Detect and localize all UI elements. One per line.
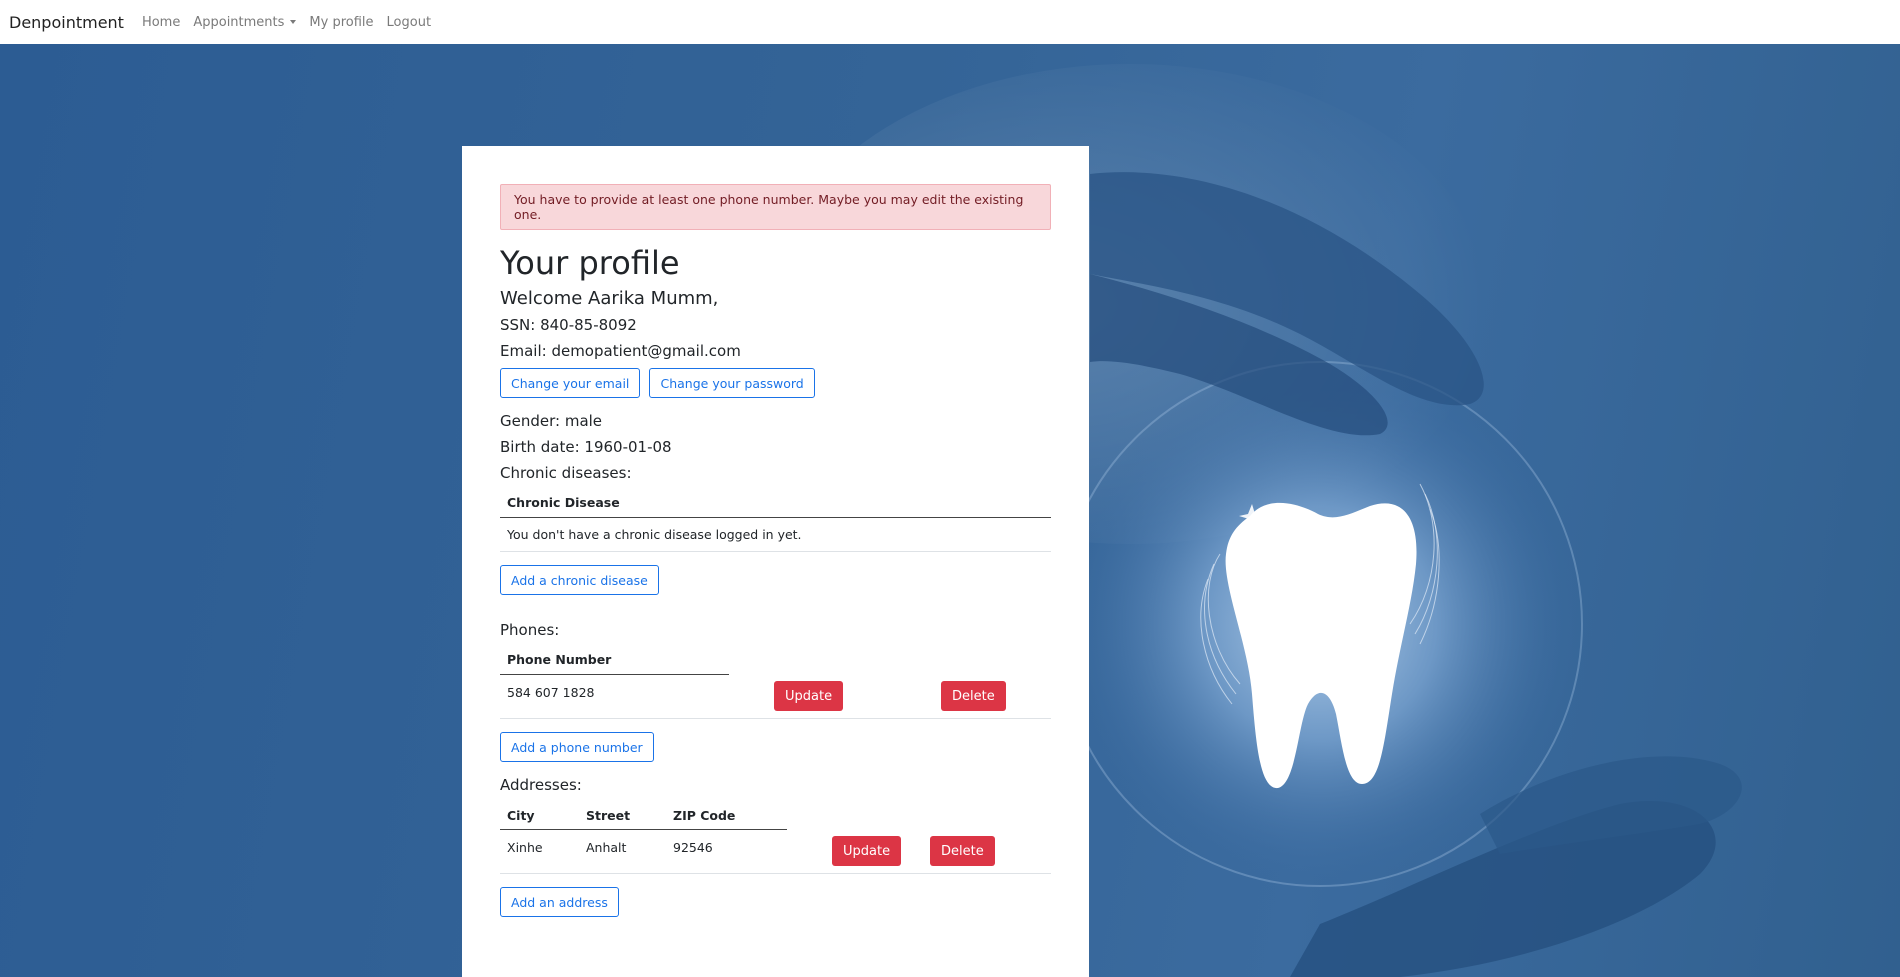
phones-table: Phone Number 584 607 1828 Update Delete — [500, 645, 1051, 719]
street-cell: Anhalt — [586, 840, 627, 855]
chronic-diseases-label: Chronic diseases: — [500, 464, 632, 482]
page-title: Your profile — [500, 244, 680, 282]
addresses-table: City Street ZIP Code Xinhe Anhalt 92546 … — [500, 800, 1051, 874]
update-phone-button[interactable]: Update — [774, 681, 844, 711]
addresses-label: Addresses: — [500, 776, 582, 794]
alert-text: You have to provide at least one phone n… — [514, 192, 1024, 222]
nav-appointments-label: Appointments — [193, 14, 285, 30]
delete-phone-button[interactable]: Delete — [941, 681, 1006, 711]
phones-label: Phones: — [500, 621, 560, 639]
table-header: City Street ZIP Code — [500, 800, 787, 830]
chronic-disease-table: Chronic Disease You don't have a chronic… — [500, 488, 1051, 552]
phone-number-header: Phone Number — [507, 652, 612, 667]
table-row: 584 607 1828 Update Delete — [500, 675, 1051, 719]
email-text: Email: demopatient@gmail.com — [500, 342, 741, 360]
account-actions: Change your email Change your password — [500, 368, 1051, 398]
city-cell: Xinhe — [507, 840, 543, 855]
zip-code-header: ZIP Code — [673, 808, 736, 823]
nav-home[interactable]: Home — [142, 15, 180, 30]
table-row: You don't have a chronic disease logged … — [500, 518, 1051, 552]
nav-logout[interactable]: Logout — [387, 15, 432, 30]
chronic-empty-text: You don't have a chronic disease logged … — [507, 527, 802, 542]
phone-actions: Add a phone number — [500, 732, 1051, 762]
delete-address-button[interactable]: Delete — [930, 836, 995, 866]
zip-cell: 92546 — [673, 840, 713, 855]
table-header: Phone Number — [500, 645, 729, 675]
address-actions: Add an address — [500, 887, 1051, 917]
change-password-button[interactable]: Change your password — [649, 368, 815, 398]
table-row: Xinhe Anhalt 92546 Update Delete — [500, 830, 1051, 874]
street-header: Street — [586, 808, 631, 823]
table-header: Chronic Disease — [500, 488, 1051, 518]
chronic-actions: Add a chronic disease — [500, 565, 1051, 595]
add-chronic-disease-button[interactable]: Add a chronic disease — [500, 565, 659, 595]
add-address-button[interactable]: Add an address — [500, 887, 619, 917]
birth-date-text: Birth date: 1960-01-08 — [500, 438, 672, 456]
phone-required-alert: You have to provide at least one phone n… — [500, 184, 1051, 230]
brand-logo[interactable]: Denpointment — [9, 13, 124, 32]
chevron-down-icon — [290, 20, 297, 24]
profile-card: You have to provide at least one phone n… — [462, 146, 1089, 977]
welcome-message: Welcome Aarika Mumm, — [500, 288, 719, 309]
add-phone-button[interactable]: Add a phone number — [500, 732, 654, 762]
navbar: Denpointment Home Appointments My profil… — [0, 0, 1900, 44]
gender-text: Gender: male — [500, 412, 603, 430]
nav-appointments[interactable]: Appointments — [193, 14, 297, 30]
ssn-text: SSN: 840-85-8092 — [500, 316, 637, 334]
nav-my-profile[interactable]: My profile — [309, 15, 373, 30]
phone-number-cell: 584 607 1828 — [507, 685, 595, 700]
update-address-button[interactable]: Update — [832, 836, 902, 866]
city-header: City — [507, 808, 535, 823]
chronic-disease-header: Chronic Disease — [507, 495, 620, 510]
change-email-button[interactable]: Change your email — [500, 368, 641, 398]
